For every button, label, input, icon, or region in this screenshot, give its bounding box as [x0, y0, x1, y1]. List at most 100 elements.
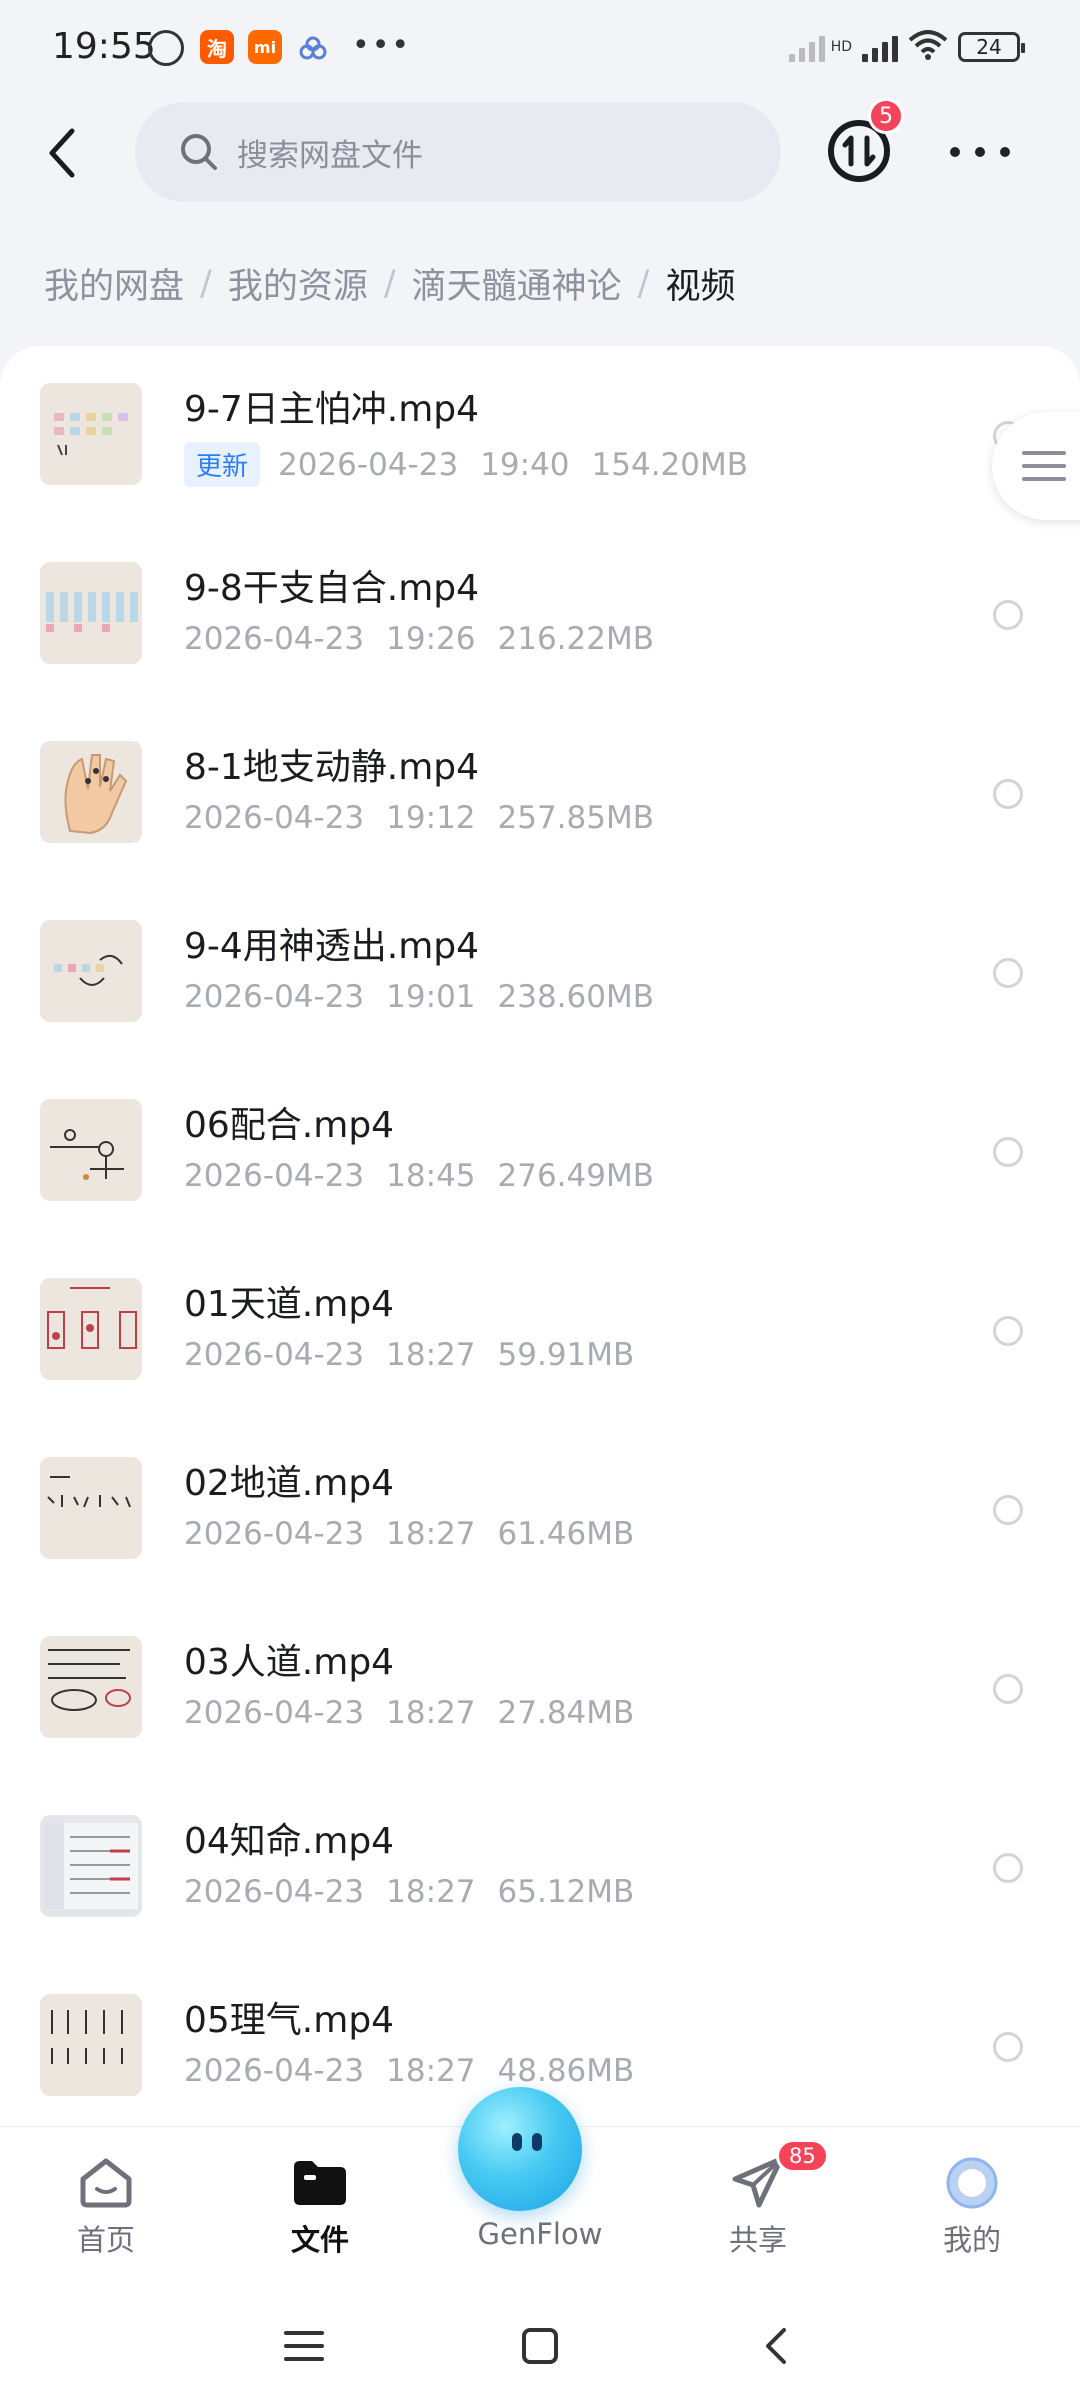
file-meta: 2026-04-23 18:45 276.49MB — [184, 1158, 676, 1194]
select-checkbox[interactable] — [993, 1137, 1023, 1167]
file-name: 02地道.mp4 — [184, 1463, 395, 1504]
video-thumbnail — [40, 1099, 142, 1201]
signal-icon-sim2 — [862, 32, 898, 62]
select-checkbox[interactable] — [993, 1495, 1023, 1525]
file-row[interactable]: 06配合.mp4 2026-04-23 18:45 276.49MB — [0, 1062, 1080, 1241]
file-time: 19:40 — [480, 446, 570, 483]
video-thumbnail — [40, 1457, 142, 1559]
file-row[interactable]: 02地道.mp4 2026-04-23 18:27 61.46MB — [0, 1420, 1080, 1599]
breadcrumb-separator: / — [200, 263, 212, 304]
breadcrumb-item-root[interactable]: 我的网盘 — [44, 258, 184, 309]
tab-share[interactable]: 85 共享 — [678, 2127, 838, 2287]
update-tag: 更新 — [184, 442, 261, 487]
cloud-app-icon — [298, 36, 328, 62]
back-nav-button[interactable] — [746, 2316, 806, 2376]
tab-genflow[interactable]: GenFlow — [458, 2087, 620, 2287]
more-dot-icon — [975, 147, 985, 157]
mi-app-icon: mi — [248, 30, 282, 64]
file-size: 216.22MB — [497, 621, 654, 657]
folder-icon — [290, 2155, 350, 2211]
file-time: 19:01 — [386, 979, 476, 1015]
video-thumbnail — [40, 920, 142, 1022]
video-thumbnail — [40, 383, 142, 485]
breadcrumb-separator: / — [637, 263, 650, 304]
search-placeholder: 搜索网盘文件 — [237, 137, 423, 174]
file-name: 9-7日主怕冲.mp4 — [184, 389, 480, 430]
select-checkbox[interactable] — [993, 2032, 1023, 2062]
file-row[interactable]: 9-7日主怕冲.mp4 更新 2026-04-23 19:40 154.20MB — [0, 346, 1080, 525]
file-date: 2026-04-23 — [184, 621, 365, 657]
file-size: 65.12MB — [497, 1874, 635, 1910]
file-time: 18:27 — [386, 1516, 476, 1552]
genflow-orb-icon — [458, 2087, 582, 2211]
share-badge: 85 — [776, 2139, 829, 2173]
tab-files[interactable]: 文件 — [240, 2127, 400, 2287]
file-row[interactable]: 9-4用神透出.mp4 2026-04-23 19:01 238.60MB — [0, 883, 1080, 1062]
file-meta: 2026-04-23 18:27 27.84MB — [184, 1695, 656, 1731]
file-date: 2026-04-23 — [184, 1516, 365, 1552]
file-date: 2026-04-23 — [184, 1695, 365, 1731]
file-date: 2026-04-23 — [184, 1337, 365, 1373]
tab-profile[interactable]: 我的 — [892, 2127, 1052, 2287]
file-meta: 2026-04-23 18:27 48.86MB — [184, 2053, 656, 2089]
file-meta: 2026-04-23 19:01 238.60MB — [184, 979, 676, 1015]
select-checkbox[interactable] — [993, 1853, 1023, 1883]
system-nav-bar — [0, 2286, 1080, 2400]
file-name: 8-1地支动静.mp4 — [184, 747, 480, 788]
alarm-icon — [148, 30, 184, 66]
file-time: 18:27 — [386, 1337, 476, 1373]
tab-label: GenFlow — [477, 2217, 603, 2251]
battery-icon: 24 — [958, 32, 1025, 62]
select-checkbox[interactable] — [993, 1674, 1023, 1704]
breadcrumb-item-folder[interactable]: 滴天髓通神论 — [412, 258, 622, 309]
back-button[interactable] — [36, 118, 86, 188]
file-meta: 2026-04-23 18:27 65.12MB — [184, 1874, 656, 1910]
file-meta: 更新 2026-04-23 19:40 154.20MB — [184, 442, 770, 487]
file-size: 48.86MB — [497, 2053, 635, 2089]
file-name: 03人道.mp4 — [184, 1642, 395, 1683]
file-row[interactable]: 9-8干支自合.mp4 2026-04-23 19:26 216.22MB — [0, 525, 1080, 704]
breadcrumb-item-resources[interactable]: 我的资源 — [228, 258, 368, 309]
file-date: 2026-04-23 — [184, 1158, 365, 1194]
file-row[interactable]: 8-1地支动静.mp4 2026-04-23 19:12 257.85MB — [0, 704, 1080, 883]
file-name: 05理气.mp4 — [184, 2000, 395, 2041]
file-list: 9-7日主怕冲.mp4 更新 2026-04-23 19:40 154.20MB… — [0, 346, 1080, 2126]
file-time: 18:27 — [386, 1874, 476, 1910]
file-time: 18:45 — [386, 1158, 476, 1194]
breadcrumb-separator: / — [383, 263, 396, 304]
file-name: 06配合.mp4 — [184, 1105, 395, 1146]
tab-label: 文件 — [290, 2223, 349, 2257]
more-dot-icon — [950, 147, 960, 157]
bottom-tab-bar: 首页 文件 GenFlow 85 共享 我的 — [0, 2087, 1080, 2287]
recent-apps-button[interactable] — [274, 2316, 334, 2376]
status-time: 19:55 — [52, 26, 156, 67]
home-icon — [77, 2155, 135, 2213]
tab-home[interactable]: 首页 — [26, 2127, 186, 2287]
menu-line-icon — [1022, 464, 1066, 468]
more-notifications-icon: ••• — [352, 28, 412, 63]
file-date: 2026-04-23 — [278, 446, 459, 483]
file-size: 276.49MB — [497, 1158, 654, 1194]
file-name: 9-8干支自合.mp4 — [184, 568, 480, 609]
file-meta: 2026-04-23 19:26 216.22MB — [184, 621, 676, 657]
file-row[interactable]: 03人道.mp4 2026-04-23 18:27 27.84MB — [0, 1599, 1080, 1778]
select-checkbox[interactable] — [993, 779, 1023, 809]
select-checkbox[interactable] — [993, 600, 1023, 630]
tab-label: 共享 — [728, 2223, 787, 2257]
wifi-icon — [908, 30, 948, 64]
more-options-button[interactable] — [950, 140, 1010, 164]
select-checkbox[interactable] — [993, 958, 1023, 988]
transfer-badge: 5 — [868, 98, 904, 134]
taobao-app-icon: 淘 — [200, 30, 234, 64]
video-thumbnail — [40, 1994, 142, 2096]
hd-label: HD — [830, 39, 852, 55]
search-input[interactable]: 搜索网盘文件 — [135, 102, 781, 202]
file-row[interactable]: 04知命.mp4 2026-04-23 18:27 65.12MB — [0, 1778, 1080, 1957]
video-thumbnail — [40, 562, 142, 664]
menu-line-icon — [1022, 451, 1066, 455]
signal-icon-sim1 — [788, 32, 825, 62]
file-size: 27.84MB — [497, 1695, 635, 1731]
file-row[interactable]: 01天道.mp4 2026-04-23 18:27 59.91MB — [0, 1241, 1080, 1420]
select-checkbox[interactable] — [993, 1316, 1023, 1346]
home-nav-button[interactable] — [510, 2316, 570, 2376]
